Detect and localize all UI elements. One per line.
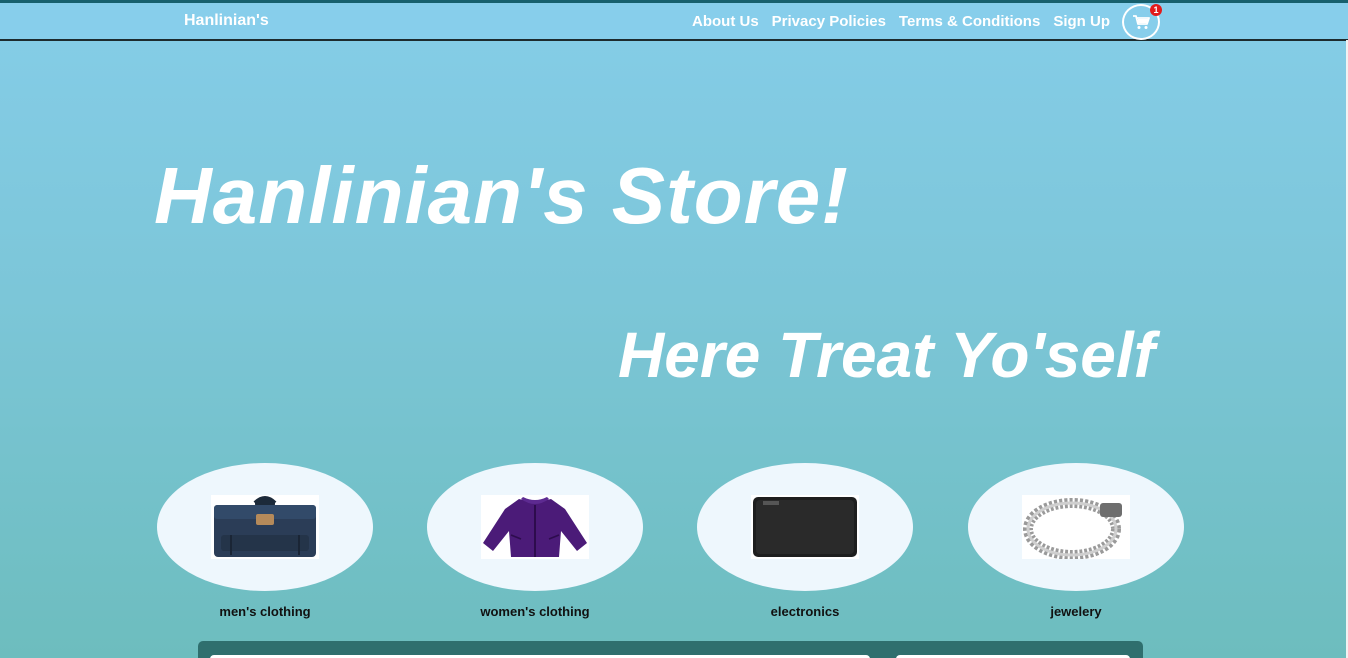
category-oval[interactable] (968, 463, 1184, 591)
purple-jacket-image (481, 495, 589, 559)
nav-about-us[interactable]: About Us (692, 13, 759, 30)
category-oval[interactable] (697, 463, 913, 591)
navbar: Hanlinian's About Us Privacy Policies Te… (0, 3, 1348, 41)
category-label[interactable]: jewelery (968, 604, 1184, 619)
cart-button[interactable]: 1 (1122, 4, 1162, 40)
category-womens-clothing[interactable]: women's clothing (427, 463, 643, 619)
brand-link[interactable]: Hanlinian's (184, 12, 269, 30)
category-electronics[interactable]: electronics (697, 463, 913, 619)
hero-title: Hanlinian's Store! (154, 151, 849, 240)
hard-drive-image (751, 495, 859, 559)
filter-bar (198, 641, 1143, 658)
silver-bracelet-image (1022, 495, 1130, 559)
nav-terms-conditions[interactable]: Terms & Conditions (899, 13, 1040, 30)
nav-privacy-policies[interactable]: Privacy Policies (772, 13, 886, 30)
category-oval[interactable] (157, 463, 373, 591)
hero-subtitle: Here Treat Yo'self (618, 319, 1155, 391)
category-label[interactable]: electronics (697, 604, 913, 619)
category-mens-clothing[interactable]: men's clothing (157, 463, 373, 619)
backpack-image (211, 495, 319, 559)
category-label[interactable]: men's clothing (157, 604, 373, 619)
nav-sign-up[interactable]: Sign Up (1053, 13, 1110, 30)
category-label[interactable]: women's clothing (427, 604, 643, 619)
category-oval[interactable] (427, 463, 643, 591)
category-jewelery[interactable]: jewelery (968, 463, 1184, 619)
nav-links: About Us Privacy Policies Terms & Condit… (692, 13, 1110, 30)
shopping-cart-icon (1133, 15, 1150, 29)
cart-count-badge: 1 (1150, 4, 1162, 16)
